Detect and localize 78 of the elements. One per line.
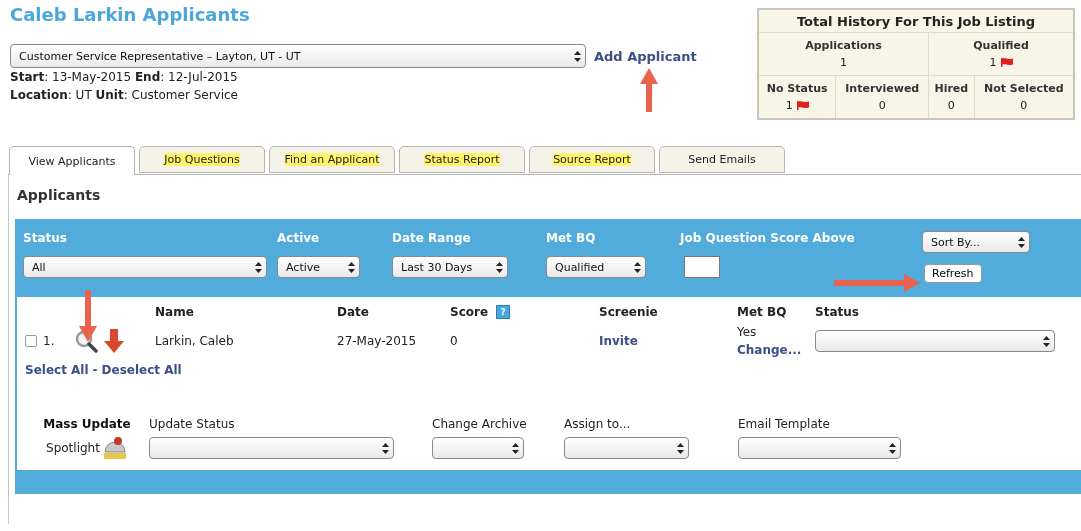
filter-select[interactable]: Last 30 Days — [392, 256, 508, 278]
score-input[interactable] — [684, 256, 720, 278]
section-title: Applicants — [17, 187, 102, 203]
invite-link[interactable]: Invite — [599, 334, 737, 348]
mass-update-label: Change Archive — [432, 417, 528, 431]
filter-select[interactable]: Active — [277, 256, 360, 278]
history-value: 1 — [840, 56, 848, 70]
updown-icon — [382, 442, 389, 454]
updown-icon — [348, 261, 355, 273]
page-title: Caleb Larkin Applicants — [10, 4, 251, 25]
history-value: 0 — [878, 99, 886, 113]
history-label: Qualified — [972, 39, 1030, 53]
tab[interactable]: View Applicants — [9, 146, 135, 175]
change-link[interactable]: Change... — [737, 341, 815, 359]
row-checkbox[interactable] — [25, 335, 37, 347]
tab[interactable]: Source Report — [529, 146, 655, 173]
link-separator: - — [92, 363, 98, 377]
updown-icon — [1018, 236, 1025, 248]
refresh-button[interactable]: Refresh — [924, 264, 982, 283]
history-value: 0 — [1020, 99, 1028, 113]
column-header: Score — [450, 305, 489, 319]
tab[interactable]: Status Report — [399, 146, 525, 173]
tab[interactable]: Send Emails — [659, 146, 785, 173]
mass-update-select[interactable] — [432, 437, 524, 459]
column-header: Screenie — [599, 305, 658, 319]
column-header: Name — [155, 305, 194, 319]
mass-update-label: Update Status — [149, 417, 236, 431]
tab[interactable]: Job Questions — [139, 146, 265, 173]
column-header: Status — [815, 305, 859, 319]
applicant-name: Larkin, Caleb — [155, 334, 235, 348]
history-value: 1 — [989, 56, 997, 70]
updown-icon — [574, 50, 581, 62]
spotlight-label: Spotlight — [46, 441, 100, 455]
updown-icon — [677, 442, 684, 454]
applicant-score: 0 — [450, 334, 459, 348]
sort-select[interactable]: Sort By... — [922, 231, 1030, 253]
filter-label: Job Question Score Above — [680, 231, 856, 245]
mass-update-title: Mass Update — [43, 417, 131, 431]
deselect-all-link[interactable]: Deselect All — [101, 363, 182, 377]
job-select[interactable]: Customer Service Representative – Layton, UT - UT — [10, 44, 586, 68]
status-select[interactable] — [815, 330, 1055, 352]
mass-update-select[interactable] — [149, 437, 394, 459]
add-applicant-link[interactable]: Add Applicant — [594, 48, 697, 64]
filter-label: Status — [23, 231, 68, 245]
mass-update-select[interactable] — [564, 437, 689, 459]
filter-select[interactable]: Qualified — [546, 256, 646, 278]
mass-update-select[interactable] — [738, 437, 901, 459]
filter-label: Met BQ — [546, 231, 597, 245]
updown-icon — [496, 261, 503, 273]
updown-icon — [634, 261, 641, 273]
job-info: Start: 13-May-2015 End: 12-Jul-2015 — [10, 69, 239, 86]
history-label: Applications — [804, 39, 883, 53]
flag-icon — [1000, 58, 1013, 68]
filter-label: Active — [277, 231, 321, 245]
updown-icon — [255, 261, 262, 273]
updown-icon — [512, 442, 519, 454]
mass-update-label: Assign to... — [564, 417, 632, 431]
filter-label: Date Range — [392, 231, 472, 245]
row-number: 1. — [43, 334, 55, 348]
history-label: Not Selected — [983, 82, 1065, 96]
met-bq-value: Yes — [737, 324, 758, 341]
updown-icon — [1043, 335, 1050, 347]
history-label: Interviewed — [844, 82, 921, 96]
flag-icon — [796, 101, 809, 111]
job-info: Location: UT Unit: Customer Service — [10, 87, 239, 104]
history-value: 1 — [785, 99, 793, 113]
filter-select[interactable]: All — [23, 256, 267, 278]
updown-icon — [889, 442, 896, 454]
history-value: 0 — [947, 99, 955, 113]
history-label: Hired — [933, 82, 970, 96]
down-arrow-icon[interactable] — [104, 329, 125, 353]
applicant-date: 27-May-2015 — [337, 334, 418, 348]
select-all-link[interactable]: Select All — [25, 363, 89, 377]
column-header: Met BQ — [737, 305, 787, 319]
mass-update-label: Email Template — [738, 417, 831, 431]
tab[interactable]: Find an Applicant — [269, 146, 395, 173]
column-header: Date — [337, 305, 369, 319]
history-label: No Status — [765, 82, 829, 96]
